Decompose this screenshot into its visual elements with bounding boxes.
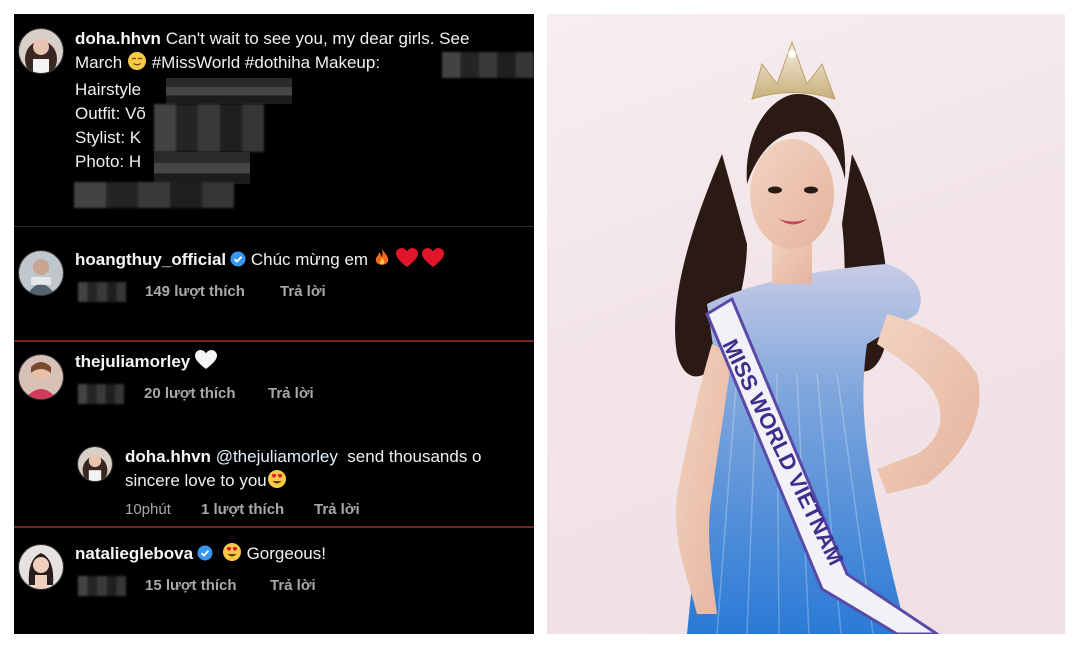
reply-button[interactable]: Trả lời	[270, 577, 316, 594]
redacted-block	[166, 78, 292, 104]
comment-natalieglebova: natalieglebova Gorgeous!	[75, 542, 534, 569]
comment-juliamorley: thejuliamorley	[75, 350, 534, 377]
redacted-block	[154, 152, 250, 184]
post-username[interactable]: doha.hhvn	[75, 29, 161, 48]
mention-link[interactable]: @thejuliamorley	[216, 447, 338, 466]
reply-button[interactable]: Trả lời	[280, 283, 326, 300]
avatar-doha-reply[interactable]	[77, 446, 113, 482]
divider	[14, 340, 534, 342]
divider	[14, 226, 534, 227]
heart-eyes-emoji-icon	[222, 542, 242, 569]
redacted-timestamp	[78, 384, 124, 404]
heart-eyes-emoji-icon	[267, 469, 287, 496]
portrait-photo: MISS WORLD VIETNAM	[547, 14, 1065, 634]
reply-button[interactable]: Trả lời	[314, 501, 360, 518]
red-heart-emoji-icon	[395, 248, 418, 275]
likes-count[interactable]: 20 lượt thích	[144, 385, 236, 402]
instagram-comments-panel: doha.hhvn Can't wait to see you, my dear…	[14, 14, 534, 634]
red-heart-emoji-icon	[422, 248, 445, 275]
fire-emoji-icon	[373, 248, 391, 275]
redacted-timestamp	[78, 282, 126, 302]
likes-count[interactable]: 1 lượt thích	[201, 501, 284, 518]
avatar-juliamorley[interactable]	[18, 354, 64, 400]
redacted-timestamp	[78, 576, 126, 596]
redacted-block	[442, 52, 534, 78]
reply-timestamp: 10phút	[125, 501, 171, 518]
white-heart-emoji-icon	[195, 350, 217, 377]
post-caption: doha.hhvn Can't wait to see you, my dear…	[75, 29, 470, 171]
likes-count[interactable]: 149 lượt thích	[145, 283, 245, 300]
divider	[14, 526, 534, 528]
reply-doha: doha.hhvn @thejuliamorley send thousands…	[125, 445, 534, 496]
redacted-block	[74, 182, 234, 208]
likes-count[interactable]: 15 lượt thích	[145, 577, 237, 594]
avatar-natalieglebova[interactable]	[18, 544, 64, 590]
miss-world-portrait-image: MISS WORLD VIETNAM	[675, 40, 980, 634]
relieved-face-emoji-icon	[127, 51, 147, 78]
verified-badge-icon	[197, 544, 213, 561]
avatar-hoangthuy[interactable]	[18, 250, 64, 296]
avatar-doha[interactable]	[18, 28, 64, 74]
verified-badge-icon	[230, 250, 246, 267]
comment-hoangthuy: hoangthuy_official Chúc mừng em	[75, 248, 534, 275]
reply-button[interactable]: Trả lời	[268, 385, 314, 402]
redacted-block	[154, 104, 264, 152]
